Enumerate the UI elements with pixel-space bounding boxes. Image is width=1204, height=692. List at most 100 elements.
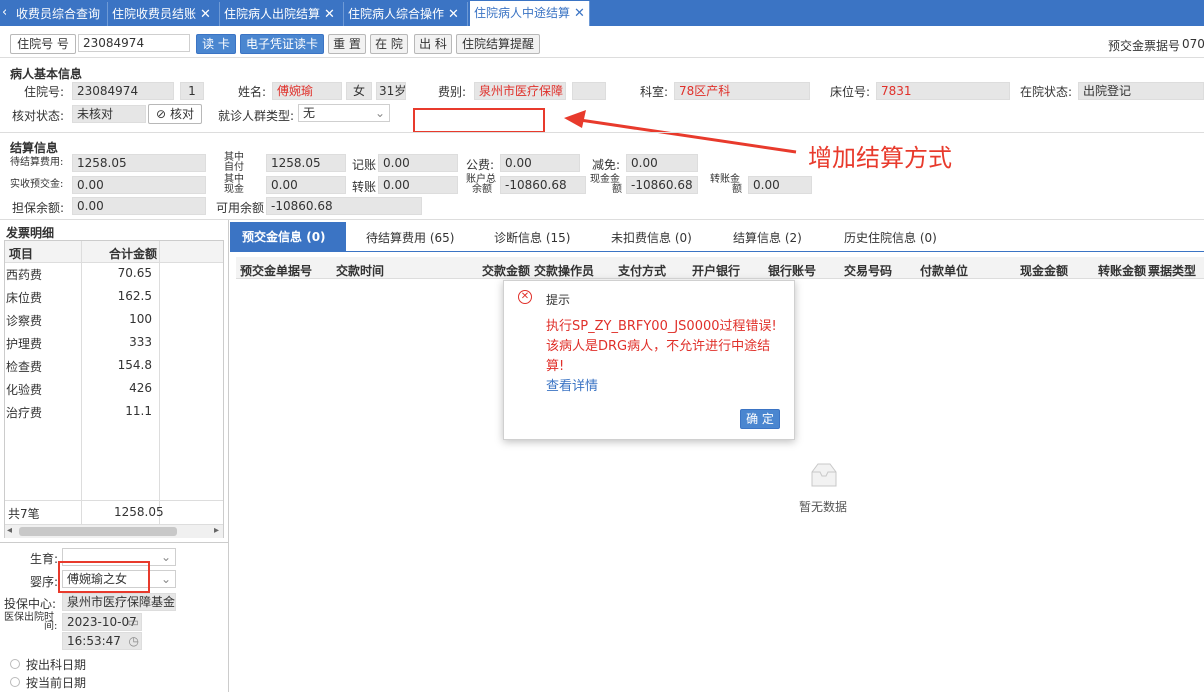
table-row[interactable]: 西药费 70.65: [4, 262, 156, 285]
tab-settlement-info[interactable]: 结算信息 (2): [733, 226, 802, 250]
close-icon[interactable]: ✕: [574, 2, 585, 26]
horizontal-scrollbar[interactable]: ◂ ▸: [5, 524, 223, 538]
scroll-left-icon[interactable]: ◂: [7, 525, 12, 536]
tab-prepaid[interactable]: 预交金信息 (0): [242, 225, 326, 249]
reset-button[interactable]: 重 置: [328, 34, 366, 54]
fee-type-field: 泉州市医疗保障: [474, 82, 566, 100]
search-type-select[interactable]: 住院号 号: [10, 34, 76, 54]
table-row[interactable]: 诊察费 100: [4, 308, 156, 331]
row-amount: 100: [129, 312, 152, 326]
cash-amount-label-2: 额: [612, 184, 622, 195]
leave-dept-button[interactable]: 出 科: [414, 34, 452, 54]
crowd-type-label: 就诊人群类型:: [218, 109, 295, 123]
table-row[interactable]: 床位费 162.5: [4, 285, 156, 308]
error-dialog: ✕ 提示 执行SP_ZY_BRFY00_JS0000过程错误! 该病人是DRG病…: [503, 280, 795, 440]
annotation-highlight-box: [58, 561, 150, 593]
account-field: 0.00: [378, 154, 458, 172]
row-name: 护理费: [6, 337, 43, 351]
in-hospital-button[interactable]: 在 院: [370, 34, 408, 54]
table-row[interactable]: 化验费 426: [4, 377, 156, 400]
birth-label: 生育:: [30, 552, 59, 566]
settlement-reminder-button[interactable]: 住院结算提醒: [456, 34, 540, 54]
discharge-time-label-2: 间:: [44, 621, 58, 632]
discharge-time-value: 16:53:47: [67, 634, 121, 648]
available-label: 可用余额: [216, 201, 265, 215]
ok-button[interactable]: 确 定: [740, 409, 780, 429]
tab-bar: ‹ 收费员综合查询 住院收费员结账 ✕ 住院病人出院结算 ✕ 住院病人综合操作 ✕ 住…: [0, 0, 1204, 26]
col-bank: 开户银行: [692, 264, 741, 278]
account-balance-label-2: 余额: [472, 184, 492, 195]
view-details-link[interactable]: 查看详情: [546, 375, 598, 394]
bed-label: 床位号:: [830, 85, 871, 99]
infant-label: 婴序:: [30, 575, 59, 589]
tab-uncharged[interactable]: 未扣费信息 (0): [611, 226, 692, 250]
close-icon[interactable]: ✕: [200, 3, 211, 27]
dept-field: 78区产科: [674, 82, 810, 100]
divider: [228, 220, 229, 692]
tab-history[interactable]: 历史住院信息 (0): [844, 226, 937, 250]
tab-midway-settlement[interactable]: 住院病人中途结算 ✕: [470, 1, 590, 26]
col-receipt-no: 预交金单据号: [240, 264, 313, 278]
table-row[interactable]: 检查费 154.8: [4, 354, 156, 377]
tab-label: 未扣费信息: [611, 231, 672, 245]
radio-leave-date[interactable]: [10, 659, 20, 669]
row-name: 化验费: [6, 383, 43, 397]
table-row[interactable]: 护理费 333: [4, 331, 156, 354]
annotation-arrow-icon: [564, 110, 797, 154]
dialog-message-line3: 算!: [546, 359, 565, 374]
divider: [0, 57, 1204, 58]
calendar-icon[interactable]: ▭: [128, 614, 139, 630]
close-icon[interactable]: ✕: [324, 3, 335, 27]
fee-type-extra-field: [572, 82, 606, 100]
crowd-type-select[interactable]: 无 ⌄: [298, 104, 390, 122]
check-button[interactable]: ⊘ 核对: [148, 104, 202, 124]
tab-pending-fees[interactable]: 待结算费用 (65): [366, 226, 454, 250]
guarantee-field: 0.00: [72, 197, 206, 215]
invoice-section-title: 发票明细: [6, 226, 55, 240]
read-card-button[interactable]: 读 卡: [196, 34, 236, 54]
scrollbar-thumb[interactable]: [19, 527, 177, 536]
tab-discharge-settlement[interactable]: 住院病人出院结算 ✕: [220, 2, 344, 26]
check-button-label: 核对: [169, 107, 194, 121]
patient-section-title: 病人基本信息: [10, 67, 83, 81]
tab-label: 诊断信息: [494, 231, 543, 245]
tab-cashier-query[interactable]: 收费员综合查询: [12, 2, 108, 26]
crowd-type-value: 无: [303, 106, 316, 120]
search-input[interactable]: 23084974: [78, 34, 190, 52]
check-status-field: 未核对: [72, 105, 146, 123]
insure-center-field: 泉州市医疗保障基金: [62, 593, 176, 611]
sex-field: 女: [346, 82, 372, 100]
status-label: 在院状态:: [1020, 85, 1073, 99]
bed-field: 7831: [876, 82, 1010, 100]
inpatient-seq-field: 1: [180, 82, 204, 100]
divider: [0, 542, 228, 543]
empty-text: 暂无数据: [799, 500, 848, 514]
chevron-down-icon: ⌄: [160, 572, 171, 586]
tab-diagnosis[interactable]: 诊断信息 (15): [494, 226, 570, 250]
discharge-date-field[interactable]: 2023-10-07 ▭: [62, 613, 142, 631]
transfer-amount-field: 0.00: [748, 176, 812, 194]
col-item: 项目: [9, 247, 34, 261]
cash-field: 0.00: [266, 176, 346, 194]
tab-inpatient-operation[interactable]: 住院病人综合操作 ✕: [344, 2, 468, 26]
clock-icon[interactable]: ◷: [129, 633, 139, 649]
row-amount: 70.65: [117, 266, 152, 280]
col-pay-method: 支付方式: [618, 264, 667, 278]
e-voucher-read-button[interactable]: 电子凭证读卡: [240, 34, 324, 54]
radio-current-date[interactable]: [10, 677, 20, 687]
row-amount: 333: [129, 335, 152, 349]
row-name: 床位费: [6, 291, 43, 305]
close-icon[interactable]: ✕: [448, 3, 459, 27]
inpatient-id-label: 住院号:: [24, 85, 65, 99]
annotation-text: 增加结算方式: [808, 144, 952, 172]
divider: [159, 241, 160, 537]
tab-cashier-checkout[interactable]: 住院收费员结账 ✕: [108, 2, 220, 26]
empty-box-icon: [811, 463, 837, 487]
col-trade-no: 交易号码: [844, 264, 893, 278]
tab-scroll-left-icon[interactable]: ‹: [2, 5, 7, 20]
account-balance-field: -10860.68: [500, 176, 586, 194]
discharge-time-field[interactable]: 16:53:47 ◷: [62, 632, 142, 650]
error-icon: ✕: [518, 290, 532, 304]
scroll-right-icon[interactable]: ▸: [214, 525, 219, 536]
table-row[interactable]: 治疗费 11.1: [4, 400, 156, 423]
